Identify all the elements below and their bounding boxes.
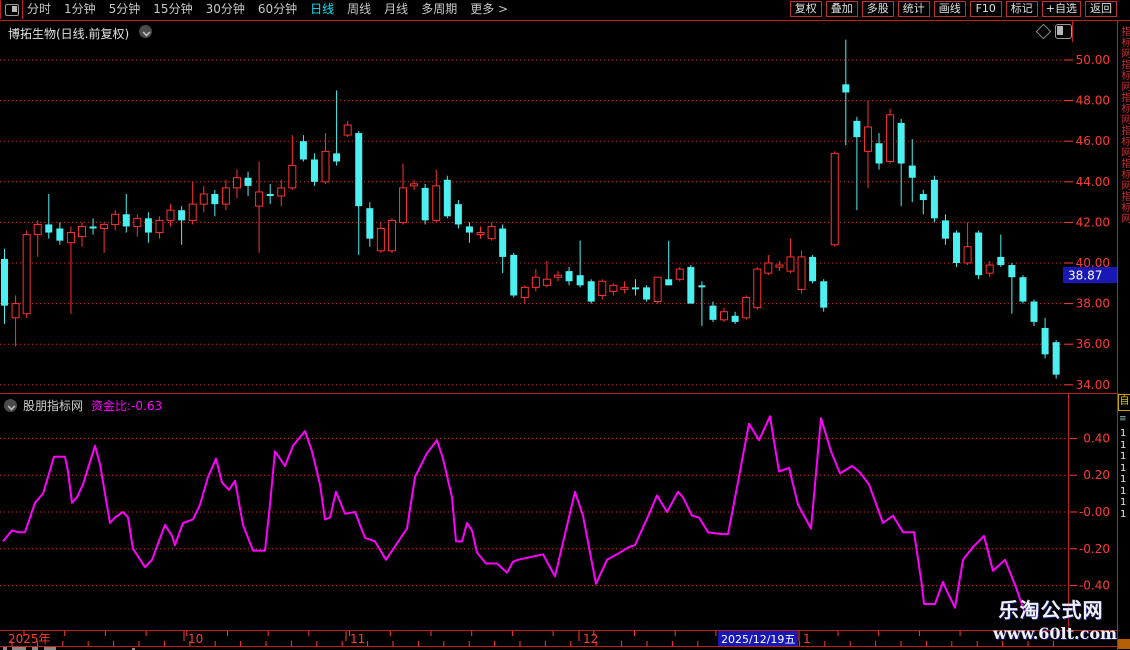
period-tab-周线[interactable]: 周线 [347, 0, 371, 19]
svg-text:44.00: 44.00 [1076, 175, 1110, 189]
status-block [1118, 639, 1130, 649]
toolbar-button-叠加[interactable]: 叠加 [825, 1, 858, 17]
svg-text:38.87: 38.87 [1068, 269, 1102, 283]
indicator-line [2, 415, 1026, 614]
svg-text:12: 12 [583, 632, 598, 646]
svg-text:0.40: 0.40 [1083, 431, 1110, 445]
svg-text:42.00: 42.00 [1076, 215, 1110, 229]
watermark-site-name: 乐淘公式网 [998, 598, 1104, 622]
indicator-header: 股朋指标网 资金比:-0.63 [4, 397, 162, 413]
date-badge: 2025/12/19五 [718, 631, 798, 646]
period-menu: 分时 1分钟 5分钟 15分钟 30分钟 60分钟 日线 周线 月线 多周期 更多 > [27, 0, 508, 19]
period-tab-15分钟[interactable]: 15分钟 [153, 0, 192, 19]
toolbar-button-标记[interactable]: 标记 [1005, 1, 1038, 17]
page-title: 博拓生物(日线.前复权) [8, 27, 130, 41]
period-tab-多周期[interactable]: 多周期 [421, 0, 457, 19]
svg-text:50.00: 50.00 [1076, 53, 1110, 67]
svg-text:-0.20: -0.20 [1079, 542, 1110, 556]
time-axis[interactable]: 2025年 10 11 12 1 2025/12/19五 [8, 631, 1054, 646]
watermark-url: www.60lt.com [993, 624, 1117, 643]
panel-icon [5, 4, 19, 16]
period-tab-1分钟[interactable]: 1分钟 [64, 0, 96, 19]
toolbar-button-画线[interactable]: 画线 [933, 1, 966, 17]
app-window: { "toolbar": { "periods": ["分时","1分钟","5… [0, 0, 1130, 650]
title-row: 博拓生物(日线.前复权) [0, 21, 1117, 42]
toolbar-button-返回[interactable]: 返回 [1085, 1, 1117, 17]
toolbar-button-统计[interactable]: 统计 [897, 1, 930, 17]
period-tab-5分钟[interactable]: 5分钟 [109, 0, 141, 19]
chevron-down-icon[interactable] [4, 398, 17, 412]
period-tab-日线[interactable]: 日线 [310, 0, 334, 19]
svg-text:2025/12/19五: 2025/12/19五 [721, 633, 795, 646]
split-panel-icon[interactable] [1055, 24, 1072, 39]
indicator-grid: 0.40 0.20 -0.00 -0.20 -0.40 [0, 431, 1110, 593]
svg-text:-0.00: -0.00 [1079, 505, 1110, 519]
last-price-badge: 38.87 [1063, 267, 1117, 283]
candlestick-series[interactable] [1, 39, 1060, 379]
list-icon: ≡ [1119, 414, 1127, 424]
toolbar-right-buttons: 复权 叠加 多股 统计 画线 F10 标记 +自选 返回 [789, 1, 1117, 17]
chart-canvas: 50.0048.0046.0044.0042.0040.0038.0036.00… [0, 20, 1130, 650]
divider [1072, 21, 1073, 42]
svg-text:46.00: 46.00 [1076, 134, 1110, 148]
period-tab-分时[interactable]: 分时 [27, 0, 51, 19]
svg-text:0.20: 0.20 [1083, 468, 1110, 482]
toolbar-button-+自选[interactable]: +自选 [1041, 1, 1081, 17]
svg-text:34.00: 34.00 [1076, 378, 1110, 392]
period-tab-月线[interactable]: 月线 [384, 0, 408, 19]
watermark: 乐淘公式网 www.60lt.com [993, 594, 1117, 643]
diamond-icon[interactable] [1035, 23, 1052, 40]
svg-text:36.00: 36.00 [1076, 337, 1110, 351]
toolbar-button-多股[interactable]: 多股 [861, 1, 894, 17]
strip-auto-tab[interactable]: 自 [1118, 394, 1130, 411]
right-side-strip: 指标网指标网指标网指标网指标网指标网 自 ≡ 11111111 [1118, 0, 1130, 650]
svg-text:2025年: 2025年 [8, 632, 51, 646]
pane-borders [0, 20, 1130, 650]
strip-vertical-text: 指标网指标网指标网指标网指标网指标网 [1119, 26, 1130, 224]
top-toolbar: 分时 1分钟 5分钟 15分钟 30分钟 60分钟 日线 周线 月线 多周期 更多 > 复权 叠加 多股… [0, 0, 1130, 21]
svg-text:48.00: 48.00 [1076, 94, 1110, 108]
chevron-down-icon[interactable] [139, 25, 152, 38]
indicator-source-label: 股朋指标网 [23, 398, 84, 413]
svg-text:1: 1 [803, 632, 811, 646]
period-tab-30分钟[interactable]: 30分钟 [206, 0, 245, 19]
toolbar-button-复权[interactable]: 复权 [789, 1, 822, 17]
more-menu[interactable]: 更多 > [470, 0, 508, 19]
strip-digits: 11111111 [1120, 428, 1127, 520]
toolbar-button-F10[interactable]: F10 [969, 1, 1002, 17]
indicator-value-label: 资金比:-0.63 [91, 398, 163, 413]
svg-text:-0.40: -0.40 [1079, 579, 1110, 593]
window-layout-button[interactable] [0, 0, 23, 19]
svg-text:11: 11 [350, 632, 365, 646]
period-tab-60分钟[interactable]: 60分钟 [258, 0, 297, 19]
svg-text:38.00: 38.00 [1076, 297, 1110, 311]
svg-text:10: 10 [188, 632, 203, 646]
